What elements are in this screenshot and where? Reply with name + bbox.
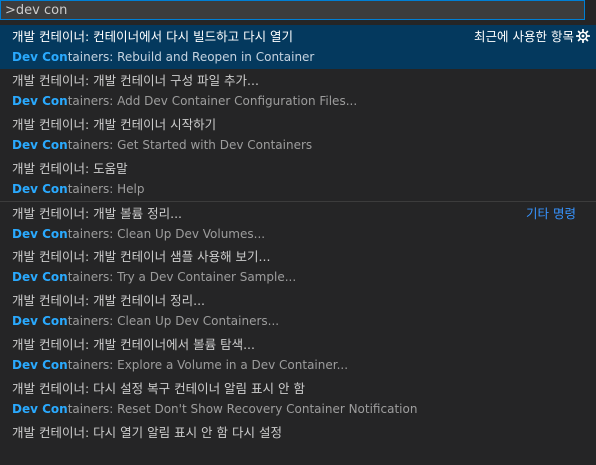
match-highlight: Dev Con	[12, 314, 68, 328]
command-item-label: 개발 컨테이너: 다시 설정 복구 컨테이너 알림 표시 안 함	[12, 381, 305, 396]
command-item[interactable]: 개발 컨테이너: 개발 컨테이너 구성 파일 추가... Dev Containe…	[0, 69, 596, 113]
match-highlight: Dev Con	[12, 50, 68, 64]
gear-icon[interactable]	[576, 29, 590, 43]
match-highlight: Dev Con	[12, 358, 68, 372]
command-item-description-rest: tainers: Reset Don't Show Recovery Conta…	[67, 402, 418, 416]
command-item-description-rest: tainers: Get Started with Dev Containers	[67, 138, 313, 152]
command-item-description-rest: tainers: Add Dev Container Configuration…	[67, 94, 358, 108]
command-item-description: Dev Containers: Clean Up Dev Volumes...	[12, 226, 265, 242]
command-item-description: Dev Containers: Explore a Volume in a De…	[12, 357, 348, 373]
command-item-description-rest: tainers: Help	[67, 182, 145, 196]
command-item-label: 개발 컨테이너: 개발 컨테이너 정리...	[12, 293, 206, 308]
command-item-label: 개발 컨테이너: 개발 컨테이너에서 볼륨 탐색...	[12, 337, 255, 352]
group-label: 최근에 사용한 항목	[474, 29, 574, 44]
command-results-list: 개발 컨테이너: 컨테이너에서 다시 빌드하고 다시 열기 Dev Contain…	[0, 25, 596, 465]
command-item-description-rest: tainers: Try a Dev Container Sample...	[67, 270, 297, 284]
command-item-description: Dev Containers: Rebuild and Reopen in Co…	[12, 49, 314, 65]
command-item-description-rest: tainers: Rebuild and Reopen in Container	[67, 50, 315, 64]
command-item-label: 개발 컨테이너: 도움말	[12, 161, 128, 176]
command-item-description: Dev Containers: Reset Don't Show Recover…	[12, 401, 417, 417]
match-highlight: Dev Con	[12, 270, 68, 284]
command-item[interactable]: 개발 컨테이너: 다시 열기 알림 표시 안 함 다시 설정	[0, 421, 596, 465]
match-highlight: Dev Con	[12, 94, 68, 108]
command-item[interactable]: 개발 컨테이너: 다시 설정 복구 컨테이너 알림 표시 안 함 Dev Cont…	[0, 377, 596, 421]
command-item[interactable]: 개발 컨테이너: 개발 컨테이너 정리... Dev Containers: Cl…	[0, 289, 596, 333]
command-item-label: 개발 컨테이너: 컨테이너에서 다시 빌드하고 다시 열기	[12, 29, 294, 44]
match-highlight: Dev Con	[12, 227, 68, 241]
command-item-label: 개발 컨테이너: 다시 열기 알림 표시 안 함 다시 설정	[12, 425, 282, 440]
command-item[interactable]: 개발 컨테이너: 개발 컨테이너에서 볼륨 탐색... Dev Container…	[0, 333, 596, 377]
command-item[interactable]: 개발 컨테이너: 도움말 Dev Containers: Help	[0, 157, 596, 201]
command-item-description: Dev Containers: Clean Up Dev Containers.…	[12, 313, 279, 329]
command-item-label: 개발 컨테이너: 개발 컨테이너 샘플 사용해 보기...	[12, 249, 271, 264]
command-item-description: Dev Containers: Try a Dev Container Samp…	[12, 269, 296, 285]
match-highlight: Dev Con	[12, 182, 68, 196]
command-palette-input[interactable]: >dev con	[0, 0, 585, 20]
command-item[interactable]: 개발 컨테이너: 개발 컨테이너 시작하기 Dev Containers: Get…	[0, 113, 596, 157]
command-item-label: 개발 컨테이너: 개발 컨테이너 시작하기	[12, 117, 217, 132]
match-highlight: Dev Con	[12, 402, 68, 416]
command-item-description-rest: tainers: Clean Up Dev Containers...	[67, 314, 280, 328]
match-highlight: Dev Con	[12, 138, 68, 152]
command-item-description: Dev Containers: Help	[12, 181, 144, 197]
command-item-description-rest: tainers: Clean Up Dev Volumes...	[67, 227, 266, 241]
command-item-description: Dev Containers: Add Dev Container Config…	[12, 93, 357, 109]
command-item[interactable]: 개발 컨테이너: 개발 볼륨 정리... Dev Containers: Clea…	[0, 201, 596, 245]
command-item[interactable]: 개발 컨테이너: 컨테이너에서 다시 빌드하고 다시 열기 Dev Contain…	[0, 25, 596, 69]
command-palette-input-area: >dev con	[0, 0, 596, 24]
command-item[interactable]: 개발 컨테이너: 개발 컨테이너 샘플 사용해 보기... Dev Contain…	[0, 245, 596, 289]
command-item-description-rest: tainers: Explore a Volume in a Dev Conta…	[67, 358, 349, 372]
command-item-label: 개발 컨테이너: 개발 볼륨 정리...	[12, 206, 183, 221]
command-item-description: Dev Containers: Get Started with Dev Con…	[12, 137, 312, 153]
group-label: 기타 명령	[526, 206, 576, 221]
command-item-label: 개발 컨테이너: 개발 컨테이너 구성 파일 추가...	[12, 73, 259, 88]
command-palette-input-value: >dev con	[5, 3, 68, 18]
